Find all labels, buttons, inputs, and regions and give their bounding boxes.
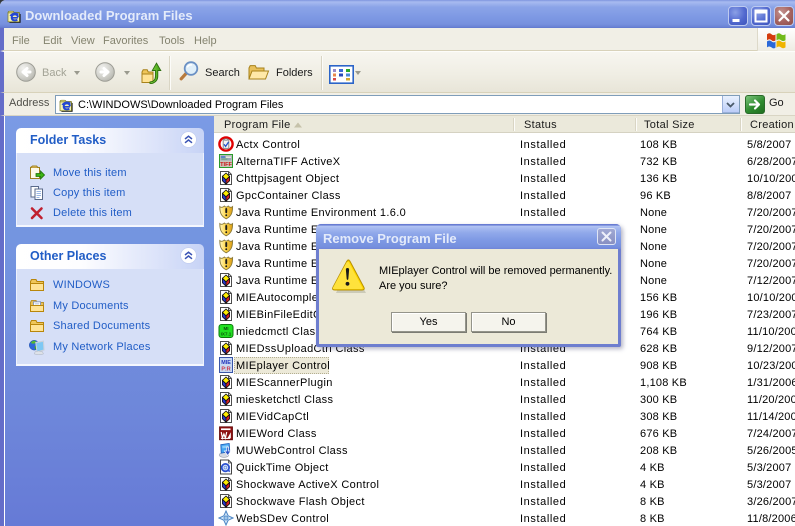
svg-text:IX7.1: IX7.1 — [221, 332, 232, 337]
svg-text:P:R: P:R — [221, 367, 230, 373]
svg-text:MIE: MIE — [221, 360, 231, 366]
svg-text:TIFF: TIFF — [220, 162, 232, 168]
svg-text:MI: MI — [223, 326, 228, 331]
